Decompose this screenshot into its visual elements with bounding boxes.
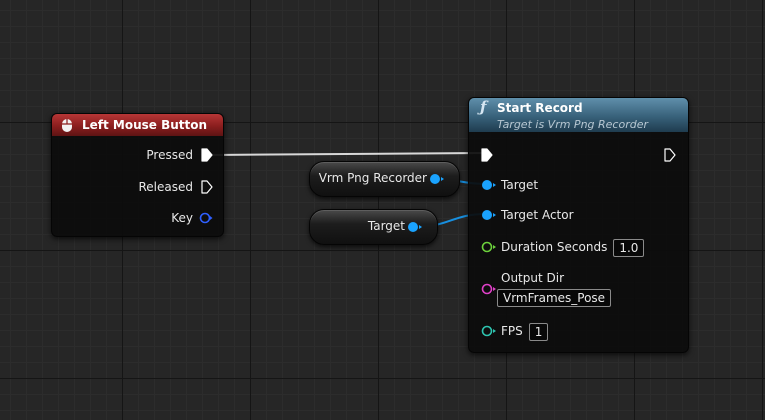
exec-input-pin-icon[interactable] xyxy=(481,147,493,166)
object-pin-icon[interactable] xyxy=(481,209,497,229)
target-variable-node[interactable]: Target xyxy=(309,209,438,245)
duration-seconds-input-row[interactable]: Duration Seconds 1.0 xyxy=(481,237,645,257)
event-node-header[interactable]: Left Mouse Button xyxy=(52,114,223,136)
function-icon: ƒ xyxy=(480,98,487,116)
fps-input-row[interactable]: FPS 1 xyxy=(481,321,549,341)
string-pin-icon[interactable] xyxy=(481,283,497,300)
mouse-icon xyxy=(61,118,73,140)
fps-label: FPS xyxy=(501,324,523,338)
object-pin-icon[interactable] xyxy=(407,220,423,237)
exec-wire xyxy=(209,152,483,156)
duration-seconds-label: Duration Seconds xyxy=(501,240,608,254)
function-node-subtitle: Target is Vrm Png Recorder xyxy=(497,118,648,131)
target-variable-label: Target xyxy=(367,219,405,233)
start-record-function-node[interactable]: ƒ Start Record Target is Vrm Png Recorde… xyxy=(468,97,689,353)
exec-pin-empty-icon[interactable] xyxy=(201,180,213,200)
vrm-png-recorder-variable-node[interactable]: Vrm Png Recorder xyxy=(309,161,460,197)
target-input-row[interactable]: Target xyxy=(481,175,538,195)
left-mouse-button-event-node[interactable]: Left Mouse Button Pressed Released Key xyxy=(51,113,224,237)
object-pin-icon[interactable] xyxy=(429,172,445,189)
object-pin-icon[interactable] xyxy=(481,179,497,199)
function-node-title: Start Record xyxy=(497,101,583,115)
struct-pin-icon[interactable] xyxy=(199,211,213,231)
float-pin-icon[interactable] xyxy=(481,241,497,261)
event-node-title: Left Mouse Button xyxy=(82,118,208,132)
target-actor-input-row[interactable]: Target Actor xyxy=(481,205,574,225)
output-dir-field[interactable]: VrmFrames_Pose xyxy=(497,289,612,307)
pressed-pin-label: Pressed xyxy=(146,148,193,162)
target-input-label: Target xyxy=(501,178,539,192)
released-pin-label: Released xyxy=(138,180,193,194)
key-pin-row[interactable]: Key xyxy=(171,208,213,228)
exec-output-pin-icon[interactable] xyxy=(664,147,676,166)
pressed-pin-row[interactable]: Pressed xyxy=(146,145,213,165)
output-dir-label: Output Dir xyxy=(501,271,565,285)
duration-seconds-field[interactable]: 1.0 xyxy=(613,238,645,257)
function-node-header[interactable]: ƒ Start Record Target is Vrm Png Recorde… xyxy=(469,98,688,132)
released-pin-row[interactable]: Released xyxy=(138,177,213,197)
vrm-png-recorder-label: Vrm Png Recorder xyxy=(318,171,427,185)
key-pin-label: Key xyxy=(171,211,193,225)
target-actor-input-label: Target Actor xyxy=(501,208,574,222)
fps-field[interactable]: 1 xyxy=(528,322,549,341)
int-pin-icon[interactable] xyxy=(481,325,497,345)
exec-pin-filled-icon[interactable] xyxy=(201,148,213,168)
